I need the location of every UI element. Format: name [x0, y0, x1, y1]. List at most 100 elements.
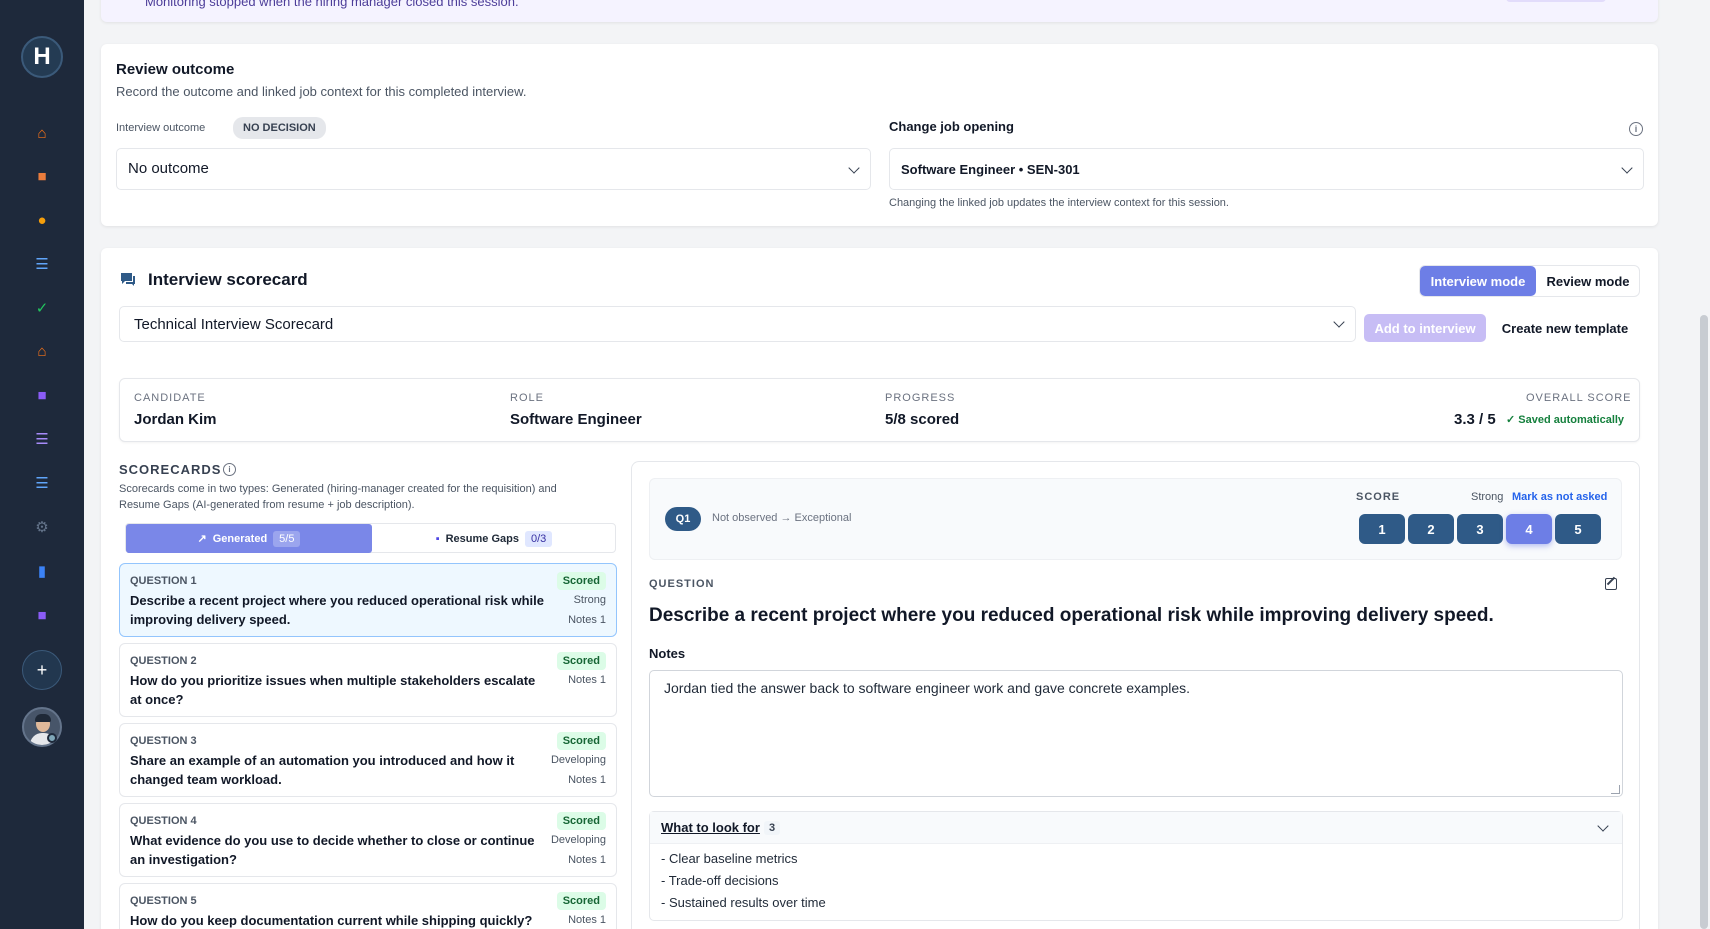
what-to-look-for-title[interactable]: What to look for	[661, 820, 760, 835]
tab-resume-gaps[interactable]: ▪ Resume Gaps 0/3	[372, 524, 616, 553]
list-icon[interactable]: ☰	[32, 254, 52, 274]
overall-score-value: 3.3 / 5	[1454, 411, 1496, 428]
outcome-label: Interview outcome	[116, 122, 206, 134]
banner-button[interactable]	[1506, 0, 1606, 2]
home-icon[interactable]: ⌂	[32, 123, 52, 143]
question-pill: Q1	[665, 507, 701, 531]
building-icon[interactable]: ⌂	[32, 341, 52, 361]
question-list-text: Share an example of an automation you in…	[130, 753, 515, 787]
candidate-label: CANDIDATE	[134, 392, 206, 404]
question-number: QUESTION 4	[130, 815, 197, 827]
bar-chart-icon[interactable]: ▮	[32, 561, 52, 581]
tab-resume-label: Resume Gaps	[445, 532, 519, 545]
tab-generated[interactable]: ↗ Generated 5/5	[126, 524, 372, 553]
interview-mode-button[interactable]: Interview mode	[1420, 266, 1536, 296]
notes-count: Notes 1	[568, 854, 606, 866]
outcome-select[interactable]: No outcome	[116, 148, 871, 190]
info-icon[interactable]: i	[223, 463, 236, 476]
notes-text: Jordan tied the answer back to software …	[664, 680, 1191, 696]
question-number: QUESTION 3	[130, 735, 197, 747]
status-dot	[47, 733, 57, 743]
candidate-name: Jordan Kim	[134, 411, 217, 428]
question-list-text: Describe a recent project where you redu…	[130, 593, 544, 627]
question-number: QUESTION 2	[130, 655, 197, 667]
outcome-value: No outcome	[128, 160, 209, 177]
app-logo[interactable]: H	[21, 36, 63, 78]
contact-card-icon[interactable]: ■	[32, 385, 52, 405]
review-outcome-card	[101, 44, 1658, 226]
edit-icon[interactable]	[1605, 578, 1617, 590]
status-badge: Scored	[556, 812, 606, 830]
check-icon: ✓	[1506, 414, 1519, 426]
question-list-item[interactable]: QUESTION 5 How do you keep documentation …	[119, 883, 617, 929]
id-badge-icon[interactable]: ■	[32, 605, 52, 625]
status-badge: Scored	[556, 652, 606, 670]
gear-icon[interactable]: ⚙	[32, 517, 52, 537]
score-button-2[interactable]: 2	[1408, 514, 1454, 544]
template-value: Technical Interview Scorecard	[134, 316, 334, 333]
scorecards-description: Scorecards come in two types: Generated …	[119, 483, 557, 511]
checklist-icon[interactable]: ☰	[32, 429, 52, 449]
question-list-text: How do you prioritize issues when multip…	[130, 673, 536, 707]
score-button-3[interactable]: 3	[1457, 514, 1503, 544]
look-for-item: - Clear baseline metrics	[661, 851, 798, 866]
mark-not-asked-link[interactable]: Mark as not asked	[1512, 491, 1607, 503]
sidebar: H ⌂ ■ ● ☰ ✓ ⌂ ■ ☰ ☰ ⚙ ▮ ■ +	[0, 0, 84, 929]
saved-text: Saved automatically	[1518, 414, 1625, 426]
job-label: Change job opening	[889, 119, 1014, 134]
question-list-item[interactable]: QUESTION 3 Share an example of an automat…	[119, 723, 617, 797]
score-button-5[interactable]: 5	[1555, 514, 1601, 544]
question-number: QUESTION 1	[130, 575, 197, 587]
chat-icon	[119, 271, 137, 287]
notes-count: Notes 1	[568, 674, 606, 686]
job-value: Software Engineer • SEN-301	[901, 162, 1080, 177]
person-icon[interactable]: ●	[32, 210, 52, 230]
review-mode-button[interactable]: Review mode	[1536, 266, 1640, 296]
score-label: SCORE	[1356, 491, 1401, 503]
briefcase-icon[interactable]: ■	[32, 166, 52, 186]
look-count: 3	[764, 821, 781, 835]
resize-handle[interactable]	[1611, 785, 1620, 794]
create-template-button[interactable]: Create new template	[1495, 314, 1635, 342]
tab-generated-count: 5/5	[273, 530, 301, 547]
add-to-interview-button[interactable]: Add to interview	[1364, 314, 1486, 342]
banner-text: Monitoring stopped when the hiring manag…	[145, 0, 519, 9]
role-value: Software Engineer	[510, 411, 642, 428]
question-number: QUESTION 5	[130, 895, 197, 907]
notes-count: Notes 1	[568, 914, 606, 926]
scorecards-label: SCORECARDS	[119, 462, 222, 477]
score-button-4[interactable]: 4	[1506, 514, 1552, 544]
scale-text: Not observed → Exceptional	[712, 512, 852, 524]
look-for-item: - Sustained results over time	[661, 895, 826, 910]
progress-value: 5/8 scored	[885, 411, 960, 428]
question-list-text: What evidence do you use to decide wheth…	[130, 833, 535, 867]
outline-icon[interactable]: ☰	[32, 473, 52, 493]
role-label: ROLE	[510, 392, 544, 404]
candidate-summary	[119, 378, 1640, 442]
saved-status: ✓ Saved automatically	[1506, 413, 1624, 426]
what-to-look-for-header[interactable]	[650, 812, 1622, 844]
status-badge: Scored	[556, 892, 606, 910]
status-badge: Scored	[556, 732, 606, 750]
check-icon[interactable]: ✓	[32, 298, 52, 318]
look-for-item: - Trade-off decisions	[661, 873, 779, 888]
overall-score-label: OVERALL SCORE	[1526, 392, 1632, 404]
score-button-1[interactable]: 1	[1359, 514, 1405, 544]
question-list-item[interactable]: QUESTION 2 How do you prioritize issues w…	[119, 643, 617, 717]
question-list-item[interactable]: QUESTION 4 What evidence do you use to de…	[119, 803, 617, 877]
question-text: Describe a recent project where you redu…	[649, 605, 1494, 626]
notes-count: Notes 1	[568, 774, 606, 786]
question-list-item[interactable]: QUESTION 1 Describe a recent project wher…	[119, 563, 617, 637]
template-select[interactable]: Technical Interview Scorecard	[119, 306, 1356, 342]
add-button[interactable]: +	[22, 650, 62, 690]
scrollbar-thumb[interactable]	[1700, 315, 1708, 929]
info-icon[interactable]: i	[1629, 122, 1643, 136]
tab-resume-count: 0/3	[524, 530, 553, 547]
trend-icon: ↗	[197, 533, 207, 545]
notes-count: Notes 1	[568, 614, 606, 626]
notes-label: Notes	[649, 646, 686, 661]
question-label: QUESTION	[649, 578, 715, 590]
job-select[interactable]: Software Engineer • SEN-301	[889, 148, 1644, 190]
decision-badge: NO DECISION	[233, 117, 326, 139]
score-level: Developing	[550, 754, 606, 766]
